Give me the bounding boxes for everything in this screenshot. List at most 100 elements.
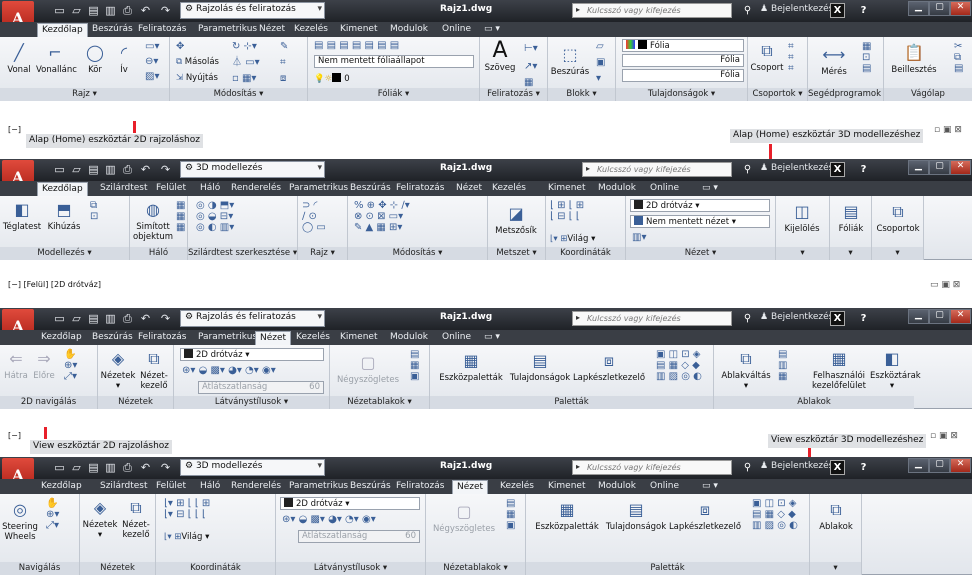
ws2-selection-label[interactable]: ▾: [776, 247, 829, 260]
ws1-clip-label[interactable]: Vágólap: [884, 88, 972, 101]
windows-button[interactable]: ⧉ Ablakok: [812, 500, 860, 532]
ws4-coord-label[interactable]: Koordináták: [156, 562, 275, 575]
ws2-login[interactable]: ♟ Bejelentkezés ▾: [760, 163, 841, 173]
ws4-login[interactable]: ♟ Bejelentkezés ▾: [760, 461, 841, 471]
exchange-icon[interactable]: X: [830, 460, 845, 475]
help-icon[interactable]: ?: [856, 311, 871, 326]
close-button[interactable]: ✕: [950, 1, 971, 16]
nav-tools-icon[interactable]: ✋ ⊕▾ ⤢▾: [46, 498, 59, 531]
save-icon[interactable]: ▤: [86, 460, 101, 475]
switch-windows-button[interactable]: ⧉ Ablakváltás ▾: [718, 349, 774, 391]
layer-state-select[interactable]: Nem mentett fóliaállapot: [314, 55, 474, 68]
ws3-workspace-select[interactable]: ⚙ Rajzolás és feliratozás ▾: [180, 310, 325, 327]
undo-icon[interactable]: ↶: [138, 311, 153, 326]
redo-icon[interactable]: ↷: [158, 311, 173, 326]
insert-button[interactable]: ⬚ Beszúrás: [550, 45, 590, 77]
ws2-coord-label[interactable]: Koordináták: [546, 247, 625, 260]
box-button[interactable]: ◧ Téglatest: [2, 200, 42, 232]
new-icon[interactable]: ▭: [52, 460, 67, 475]
close-button[interactable]: ✕: [950, 160, 971, 175]
mirror-icon[interactable]: ⏃ ▭▾: [232, 57, 260, 68]
ws2-view-label[interactable]: Nézet ▾: [626, 247, 775, 260]
move-icon[interactable]: ✥: [176, 41, 184, 52]
tab-beszuras[interactable]: Beszúrás: [88, 23, 137, 37]
exchange-icon[interactable]: X: [830, 311, 845, 326]
rectangle-icon[interactable]: ▭▾: [145, 41, 159, 52]
smooth-object-button[interactable]: ◍ Simított objektum: [132, 200, 174, 242]
forward-button[interactable]: ⇒ Előre: [30, 349, 58, 381]
print-icon[interactable]: ⎙: [120, 311, 135, 326]
ws2-modify-label[interactable]: Módosítás ▾: [348, 247, 487, 260]
line-button[interactable]: ╱ Vonal: [2, 43, 36, 75]
group-tools-icon[interactable]: ⌗ ⌗ ⌗: [788, 41, 794, 74]
help-icon[interactable]: ?: [856, 3, 871, 18]
tab-feliratozas[interactable]: Feliratozás: [392, 480, 448, 494]
minimize-button[interactable]: ▁: [908, 160, 929, 175]
window-arrange-icon[interactable]: ▤ ▥ ▦: [778, 349, 787, 382]
ws1-login[interactable]: ♟ Bejelentkezés ▾: [760, 4, 841, 14]
view-manager-button[interactable]: ⧉ Nézet-kezelő: [118, 498, 154, 540]
tab-halo[interactable]: Háló: [196, 480, 224, 494]
tab-szilardtest[interactable]: Szilárdtest: [96, 480, 152, 494]
minimize-button[interactable]: ▁: [908, 309, 929, 324]
scale-icon[interactable]: ▫ ▦▾: [232, 73, 256, 84]
user-interface-button[interactable]: ▦ Felhasználói kezelőfelület: [808, 349, 870, 391]
tab-more[interactable]: ▭ ▾: [698, 182, 722, 196]
save-icon[interactable]: ▤: [86, 3, 101, 18]
groups-button[interactable]: ⧉ Csoportok: [874, 202, 922, 234]
tab-kezdolap[interactable]: Kezdőlap: [37, 182, 88, 196]
ws2-viewport-control[interactable]: [−] [Felül] [2D drótváz]: [8, 280, 101, 289]
ucs-world-select[interactable]: ⌊▾ ⊞Világ ▾: [164, 532, 209, 542]
binoculars-icon[interactable]: ⚲: [740, 311, 755, 326]
tab-online[interactable]: Online: [438, 23, 475, 37]
maximize-button[interactable]: ▢: [929, 458, 950, 473]
ws2-modeling-label[interactable]: Modellezés ▾: [0, 247, 129, 260]
tab-modulok[interactable]: Modulok: [386, 331, 432, 345]
ws2-section-label[interactable]: Metszet ▾: [488, 247, 545, 260]
ucs-world-select[interactable]: ⌊▾ ⊞Világ ▾: [550, 234, 595, 244]
tool-palettes-button[interactable]: ▦ Eszközpaletták: [434, 351, 508, 383]
attribute-icon[interactable]: ▾: [596, 73, 601, 84]
ws3-search-input[interactable]: Kulcsszó vagy kifejezés: [572, 311, 732, 326]
ws3-windows-label[interactable]: Ablakok: [714, 396, 914, 409]
ws1-block-label[interactable]: Blokk ▾: [548, 88, 615, 101]
tab-kimenet[interactable]: Kimenet: [336, 331, 381, 345]
offset-icon[interactable]: ⧈: [280, 73, 286, 84]
circle-button[interactable]: ◯ Kör: [80, 43, 110, 75]
tab-beszuras[interactable]: Beszúrás: [88, 331, 137, 345]
extrude-button[interactable]: ⬒ Kihúzás: [44, 200, 84, 232]
views-button[interactable]: ◈ Nézetek ▾: [100, 349, 136, 391]
modify-tools-icon[interactable]: % ⊕ ✥ ⊹ ∕▾ ⊗ ⊙ ⊠ ▭▾ ✎ ▲ ▦ ⊞▾: [354, 200, 410, 233]
open-icon[interactable]: ▱: [69, 460, 84, 475]
layer-tools-icon[interactable]: ▤ ▤ ▤ ▤ ▤ ▤ ▤: [314, 40, 399, 51]
tab-kimenet[interactable]: Kimenet: [544, 182, 589, 196]
maximize-button[interactable]: ▢: [929, 160, 950, 175]
visual-style-select[interactable]: 2D drótváz ▾: [180, 348, 324, 361]
redo-icon[interactable]: ↷: [158, 162, 173, 177]
ws3-viewport-control[interactable]: [−]: [8, 431, 21, 440]
tab-halo[interactable]: Háló: [196, 182, 224, 196]
ws2-draw-label[interactable]: Rajz ▾: [298, 247, 347, 260]
utility-tools-icon[interactable]: ▦ ⊡ ▤: [862, 41, 871, 74]
tab-kezdolap[interactable]: Kezdőlap: [37, 331, 86, 345]
tab-more[interactable]: ▭ ▾: [480, 23, 504, 37]
leader-icon[interactable]: ↗▾: [524, 61, 537, 72]
close-button[interactable]: ✕: [950, 458, 971, 473]
tab-feliratozas[interactable]: Feliratozás: [134, 331, 190, 345]
ws1-utils-label[interactable]: Segédprogramok ▾: [808, 88, 883, 101]
properties-button[interactable]: ▤ Tulajdonságok: [604, 500, 668, 532]
ws1-viewport-buttons[interactable]: ▫ ▣ ⊠: [934, 125, 962, 135]
sheet-set-manager-button[interactable]: ⧈ Lapkészletkezelő: [572, 351, 646, 383]
erase-icon[interactable]: ✎: [280, 41, 288, 52]
tab-more[interactable]: ▭ ▾: [480, 331, 504, 345]
dimension-icon[interactable]: ⊢▾: [524, 43, 538, 54]
layer-select[interactable]: 💡☼ 0: [314, 73, 350, 84]
new-icon[interactable]: ▭: [52, 3, 67, 18]
tab-beszuras[interactable]: Beszúrás: [346, 480, 395, 494]
ws3-vports-label[interactable]: Nézetablakok ▾: [330, 396, 429, 409]
tab-modulok[interactable]: Modulok: [594, 182, 640, 196]
maximize-button[interactable]: ▢: [929, 1, 950, 16]
ws1-groups-label[interactable]: Csoportok ▾: [748, 88, 807, 101]
open-icon[interactable]: ▱: [69, 162, 84, 177]
viewport-tools-icon[interactable]: ▤ ▦ ▣: [506, 498, 515, 531]
